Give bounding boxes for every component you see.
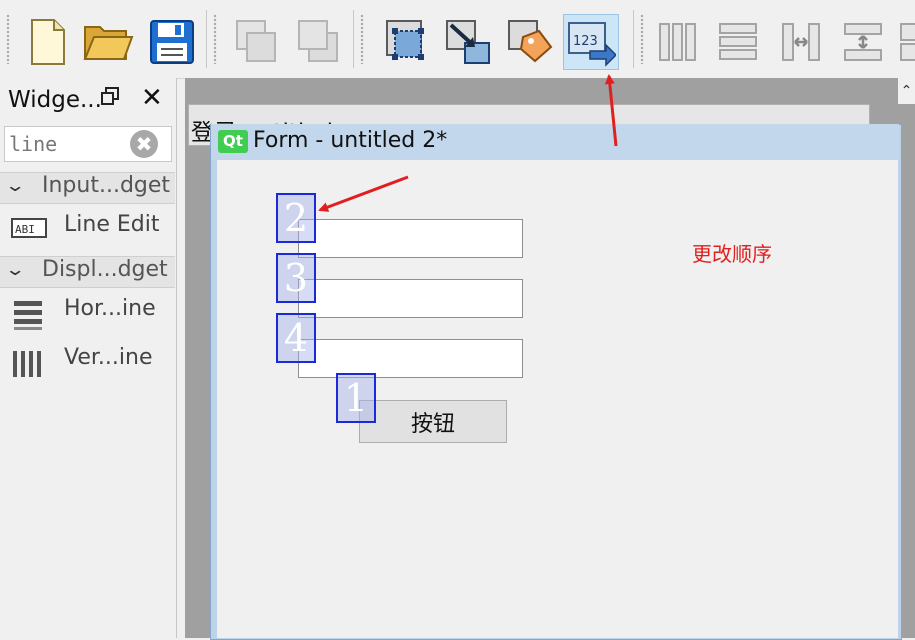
filter-input[interactable] xyxy=(9,130,125,158)
widget-item-label: Line Edit xyxy=(64,212,160,237)
toolbar-grip[interactable] xyxy=(6,14,10,64)
main-toolbar: 123 xyxy=(0,0,915,79)
layout-vertical-splitter-button[interactable] xyxy=(835,14,891,70)
edit-signals-slots-button[interactable] xyxy=(440,14,496,70)
tab-order-marker[interactable]: 3 xyxy=(276,253,316,303)
open-folder-icon xyxy=(83,26,134,60)
vertical-line-icon xyxy=(13,351,41,377)
save-button[interactable] xyxy=(144,14,200,70)
layout-horizontal-splitter-icon xyxy=(782,23,820,61)
category-input-widgets[interactable]: ⌄ Input...dget xyxy=(0,172,175,204)
edit-widgets-button[interactable] xyxy=(378,14,434,70)
line-edit-2[interactable] xyxy=(298,279,523,318)
tab-order-marker[interactable]: 4 xyxy=(276,313,316,363)
layout-horizontal-icon xyxy=(659,23,696,61)
line-edit-icon: ABI xyxy=(11,218,47,238)
edit-buddies-button[interactable] xyxy=(502,14,558,70)
bring-to-front-button[interactable] xyxy=(228,14,284,70)
line-edit-1[interactable] xyxy=(298,219,523,258)
tab-order-marker[interactable]: 1 xyxy=(336,373,376,423)
save-icon xyxy=(150,20,194,64)
layout-vertical-button[interactable] xyxy=(710,14,766,70)
line-edit-3[interactable] xyxy=(298,339,523,378)
widget-item-label: Ver...ine xyxy=(64,345,153,370)
layout-vertical-splitter-icon xyxy=(844,23,882,61)
svg-text:123: 123 xyxy=(573,34,598,49)
clear-filter-icon[interactable]: ✖ xyxy=(130,130,158,158)
category-label: Displ...dget xyxy=(42,257,168,282)
widget-filter-field: ✖ xyxy=(4,126,172,162)
float-panel-icon[interactable] xyxy=(101,87,119,110)
widget-item-label: Hor...ine xyxy=(64,296,156,321)
layout-grid-icon xyxy=(900,23,915,61)
layout-grid-button[interactable] xyxy=(895,14,915,70)
widget-box-title: Widge... xyxy=(8,87,102,113)
edit-tab-order-button[interactable]: 123 xyxy=(563,14,619,70)
layout-horizontal-button[interactable] xyxy=(650,14,706,70)
annotation-text: 更改顺序 xyxy=(692,242,772,266)
form-window-title: Form - untitled 2* xyxy=(253,128,448,153)
layout-vertical-icon xyxy=(719,23,757,60)
edit-tab-order-icon: 123 xyxy=(568,22,616,67)
chevron-down-icon: ⌄ xyxy=(4,260,26,280)
category-display-widgets[interactable]: ⌄ Displ...dget xyxy=(0,256,175,288)
bring-to-front-icon xyxy=(236,20,276,62)
tab-order-marker[interactable]: 2 xyxy=(276,193,316,243)
toolbar-grip[interactable] xyxy=(640,14,644,64)
toolbar-grip[interactable] xyxy=(213,14,217,64)
widget-box-panel: Widge... ✕ ✖ ⌄ Input...dget ABI Line Edi… xyxy=(0,78,177,638)
scroll-up-button[interactable]: ⌃ xyxy=(898,78,915,104)
widget-item-horizontal-line[interactable]: Hor...ine xyxy=(0,290,175,334)
new-file-icon xyxy=(31,19,65,65)
widget-item-line-edit[interactable]: ABI Line Edit xyxy=(0,206,175,250)
category-label: Input...dget xyxy=(42,173,171,198)
edit-signals-slots-icon xyxy=(446,20,490,64)
toolbar-grip[interactable] xyxy=(360,14,364,64)
svg-text:ABI: ABI xyxy=(15,223,35,236)
open-folder-button[interactable] xyxy=(80,14,136,70)
send-to-back-icon xyxy=(298,20,338,62)
new-file-button[interactable] xyxy=(20,14,76,70)
edit-widgets-icon xyxy=(386,20,424,60)
close-panel-icon[interactable]: ✕ xyxy=(141,83,163,113)
push-button[interactable]: 按钮 xyxy=(359,400,507,443)
send-to-back-button[interactable] xyxy=(290,14,346,70)
qt-logo-icon: Qt xyxy=(218,130,248,153)
layout-horizontal-splitter-button[interactable] xyxy=(773,14,829,70)
widget-item-vertical-line[interactable]: Ver...ine xyxy=(0,339,175,383)
horizontal-line-icon xyxy=(14,301,42,330)
edit-buddies-icon xyxy=(508,20,553,63)
chevron-down-icon: ⌄ xyxy=(4,176,26,196)
